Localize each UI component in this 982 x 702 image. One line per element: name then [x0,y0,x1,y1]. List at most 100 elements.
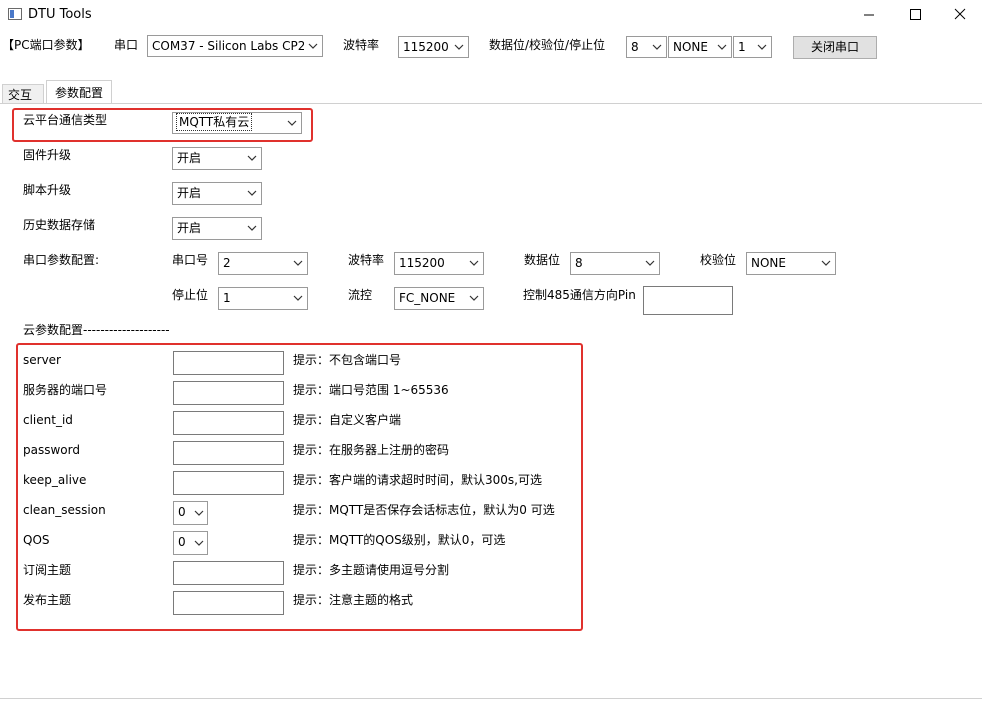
port-label: 串口 [114,38,139,52]
chevron-down-icon [304,36,322,56]
history-storage-select[interactable]: 开启 [172,217,262,240]
server-port-hint: 提示：端口号范围 1~65536 [293,383,449,397]
chevron-down-icon [817,253,835,273]
qos-hint: 提示：MQTT的QOS级别，默认0，可选 [293,533,506,547]
baud-select[interactable]: 115200 [398,36,469,58]
serial-parity-label: 校验位 [700,253,737,267]
server-port-input[interactable] [173,381,284,405]
maximize-icon [910,9,921,20]
parity-select-value: NONE [673,40,708,54]
serial-flow-value: FC_NONE [399,291,456,305]
history-storage-label: 历史数据存储 [23,218,96,232]
password-label: password [23,443,80,457]
cloud-type-select[interactable]: MQTT私有云 [172,112,302,134]
client-id-input[interactable] [173,411,284,435]
title-bar: DTU Tools [0,0,982,30]
serial-baud-select[interactable]: 115200 [394,252,484,275]
databits-select[interactable]: 8 [626,36,667,58]
serial-flow-label: 流控 [348,288,373,302]
chevron-down-icon [465,253,483,273]
baud-label: 波特率 [343,38,380,52]
chevron-down-icon [283,113,301,133]
pc-port-toolbar: 【PC端口参数】 串口 COM37 - Silicon Labs CP2 波特率… [0,30,982,80]
parity-select[interactable]: NONE [668,36,732,58]
subscribe-topic-label: 订阅主题 [23,563,72,577]
keep-alive-input[interactable] [173,471,284,495]
chevron-down-icon [289,253,307,273]
baud-select-value: 115200 [403,40,449,54]
chevron-down-icon [243,218,261,238]
firmware-upgrade-select[interactable]: 开启 [172,147,262,170]
rs485-pin-input[interactable] [643,286,733,315]
serial-flow-select[interactable]: FC_NONE [394,287,484,310]
clean-session-hint: 提示：MQTT是否保存会话标志位，默认为0 可选 [293,503,555,517]
password-input[interactable] [173,441,284,465]
client-id-hint: 提示：自定义客户端 [293,413,402,427]
chevron-down-icon [713,37,731,57]
serial-parity-value: NONE [751,256,786,270]
serial-port-no-value: 2 [223,256,231,270]
frame-label: 数据位/校验位/停止位 [489,38,606,52]
close-icon [954,8,966,20]
rs485-pin-label: 控制485通信方向Pin [523,288,636,302]
chevron-down-icon [243,148,261,168]
server-port-label: 服务器的端口号 [23,383,108,397]
chevron-down-icon [243,183,261,203]
serial-databits-select[interactable]: 8 [570,252,660,275]
qos-select[interactable]: 0 [173,531,208,555]
subscribe-topic-hint: 提示：多主题请使用逗号分割 [293,563,450,577]
port-select-value: COM37 - Silicon Labs CP2 [152,39,304,53]
tab-bar: 交互 参数配置 [0,80,982,105]
password-hint: 提示：在服务器上注册的密码 [293,443,450,457]
serial-databits-value: 8 [575,256,583,270]
clean-session-label: clean_session [23,503,106,517]
serial-stopbits-select[interactable]: 1 [218,287,308,310]
script-upgrade-label: 脚本升级 [23,183,72,197]
subscribe-topic-input[interactable] [173,561,284,585]
firmware-upgrade-label: 固件升级 [23,148,72,162]
firmware-upgrade-value: 开启 [177,151,202,165]
cloud-type-label: 云平台通信类型 [23,113,108,127]
chevron-down-icon [753,37,771,57]
pc-port-section-label: 【PC端口参数】 [2,38,90,52]
tab-parameter-config[interactable]: 参数配置 [46,80,112,105]
keep-alive-label: keep_alive [23,473,87,487]
stopbits-select[interactable]: 1 [733,36,772,58]
close-port-button[interactable]: 关闭串口 [793,36,877,59]
serial-parity-select[interactable]: NONE [746,252,836,275]
serial-config-label: 串口参数配置: [23,253,100,267]
history-storage-value: 开启 [177,221,202,235]
port-select[interactable]: COM37 - Silicon Labs CP2 [147,35,323,57]
chevron-down-icon [289,288,307,308]
minimize-button[interactable] [846,0,892,30]
chevron-down-icon [648,37,666,57]
app-icon [8,8,22,20]
chevron-down-icon [192,502,207,522]
script-upgrade-select[interactable]: 开启 [172,182,262,205]
qos-value: 0 [178,535,186,549]
chevron-down-icon [641,253,659,273]
client-id-label: client_id [23,413,73,427]
minimize-icon [864,14,874,16]
clean-session-select[interactable]: 0 [173,501,208,525]
close-button[interactable] [938,0,982,30]
serial-stopbits-label: 停止位 [172,288,209,302]
cloud-type-select-value: MQTT私有云 [175,113,253,131]
serial-databits-label: 数据位 [524,253,561,267]
publish-topic-input[interactable] [173,591,284,615]
publish-topic-hint: 提示：注意主题的格式 [293,593,414,607]
serial-port-no-select[interactable]: 2 [218,252,308,275]
server-input[interactable] [173,351,284,375]
chevron-down-icon [450,37,468,57]
cloud-params-section-label: 云参数配置-------------------- [23,323,170,337]
maximize-button[interactable] [892,0,938,30]
serial-port-no-label: 串口号 [172,253,209,267]
serial-baud-value: 115200 [399,256,445,270]
keep-alive-hint: 提示：客户端的请求超时时间，默认300s,可选 [293,473,542,487]
stopbits-select-value: 1 [738,40,746,54]
server-label: server [23,353,61,367]
tab-parameter-config-label: 参数配置 [55,86,104,100]
tab-interaction-label: 交互 [8,88,33,102]
tab-interaction[interactable]: 交互 [2,84,44,104]
databits-select-value: 8 [631,40,639,54]
